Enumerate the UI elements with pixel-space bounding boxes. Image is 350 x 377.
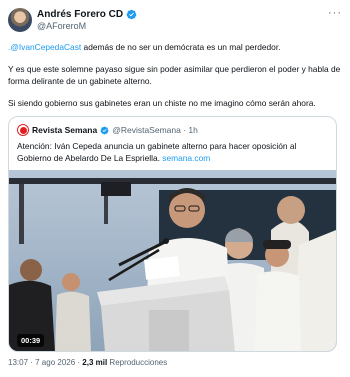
quoted-author-avatar[interactable] [17, 124, 29, 136]
more-options-icon[interactable]: ··· [328, 8, 342, 19]
mention-link[interactable]: .@IvanCepedaCast [8, 42, 81, 52]
tweet-paragraph-1: .@IvanCepedaCast además de no ser un dem… [8, 42, 344, 54]
quoted-tweet-body: Atención: Iván Cepeda anuncia un gabinet… [17, 141, 297, 163]
tweet-metadata: 13:07 · 7 ago 2026 · 2,3 mil Reproduccio… [8, 358, 167, 367]
tweet-paragraph-1-text: además de no ser un demócrata es un mal … [81, 42, 281, 52]
verified-badge-icon [126, 9, 137, 19]
author-handle[interactable]: @AForeroM [37, 21, 86, 31]
video-player[interactable]: 00:39 [9, 170, 336, 351]
views-label: Reproducciones [107, 358, 168, 367]
author-name-row: Andrés Forero CD [37, 8, 137, 20]
quoted-verified-badge-icon [100, 126, 109, 134]
video-duration-badge: 00:39 [17, 334, 45, 347]
video-frame [9, 170, 336, 351]
author-avatar[interactable] [8, 8, 32, 32]
tweet-paragraph-3: Si siendo gobierno sus gabinetes eran un… [8, 98, 316, 108]
quoted-tweet-header: Revista Semana @RevistaSemana · 1h [17, 124, 198, 136]
quoted-tweet-link[interactable]: semana.com [162, 153, 210, 163]
quoted-author-name[interactable]: Revista Semana [32, 125, 97, 135]
tweet-paragraph-2: Y es que este solemne payaso sigue sin p… [8, 64, 341, 86]
quoted-author-handle[interactable]: @RevistaSemana · 1h [112, 125, 198, 135]
quoted-tweet-text: Atención: Iván Cepeda anuncia un gabinet… [17, 141, 331, 164]
quoted-tweet[interactable]: Revista Semana @RevistaSemana · 1h Atenc… [8, 116, 337, 352]
tweet[interactable]: Andrés Forero CD @AForeroM ··· .@IvanCep… [0, 0, 350, 377]
views-count: 2,3 mil [82, 358, 108, 367]
author-name[interactable]: Andrés Forero CD [37, 9, 123, 20]
tweet-timestamp[interactable]: 13:07 · 7 ago 2026 · [8, 358, 82, 367]
